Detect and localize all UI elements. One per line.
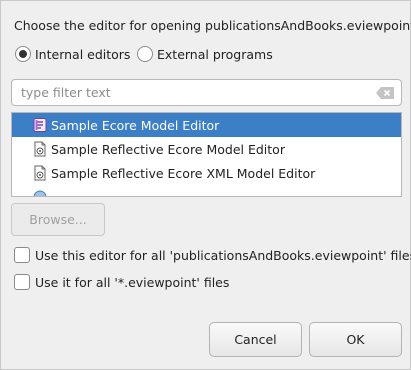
use-for-file-checkbox[interactable] bbox=[14, 247, 30, 263]
internal-editors-label: Internal editors bbox=[35, 46, 131, 62]
filter-field[interactable] bbox=[11, 79, 402, 106]
list-item-label: Sample Ecore Model Editor bbox=[51, 117, 220, 133]
use-for-extension-checkbox[interactable] bbox=[14, 274, 30, 290]
list-item-label: Sample Reflective Ecore Model Editor bbox=[51, 141, 285, 157]
ok-button[interactable]: OK bbox=[309, 322, 402, 357]
browse-button[interactable]: Browse... bbox=[11, 203, 105, 236]
reflective-xml-editor-icon bbox=[34, 165, 46, 181]
filter-input[interactable] bbox=[12, 80, 401, 105]
clear-filter-icon[interactable] bbox=[376, 87, 394, 99]
use-for-extension-option[interactable]: Use it for all '*.eviewpoint' files bbox=[14, 274, 229, 290]
use-for-extension-label: Use it for all '*.eviewpoint' files bbox=[35, 274, 230, 290]
open-with-dialog: Choose the editor for opening publicatio… bbox=[0, 0, 411, 370]
reflective-editor-icon bbox=[34, 141, 46, 157]
internal-editors-radio[interactable]: Internal editors bbox=[15, 46, 130, 62]
radio-indicator[interactable] bbox=[137, 46, 153, 62]
list-item[interactable]: Sample Ecore Model Editor bbox=[12, 113, 401, 137]
use-for-file-option[interactable]: Use this editor for all 'publicationsAnd… bbox=[14, 247, 411, 263]
list-item[interactable]: Sample Reflective Ecore Model Editor bbox=[12, 137, 401, 161]
system-editor-icon bbox=[33, 190, 47, 196]
editor-list[interactable]: Sample Ecore Model Editor Sample Reflect… bbox=[11, 112, 402, 197]
use-for-file-label: Use this editor for all 'publicationsAnd… bbox=[35, 247, 411, 263]
list-item[interactable] bbox=[12, 185, 401, 196]
radio-indicator[interactable] bbox=[15, 46, 31, 62]
radio-selected-dot bbox=[19, 50, 27, 58]
dialog-heading: Choose the editor for opening publicatio… bbox=[14, 18, 411, 33]
cancel-button[interactable]: Cancel bbox=[209, 322, 302, 357]
list-item-label: Sample Reflective Ecore XML Model Editor bbox=[51, 165, 316, 181]
list-item[interactable]: Sample Reflective Ecore XML Model Editor bbox=[12, 161, 401, 185]
external-programs-radio[interactable]: External programs bbox=[137, 46, 273, 62]
external-programs-label: External programs bbox=[157, 46, 273, 62]
ecore-model-icon bbox=[33, 118, 47, 132]
